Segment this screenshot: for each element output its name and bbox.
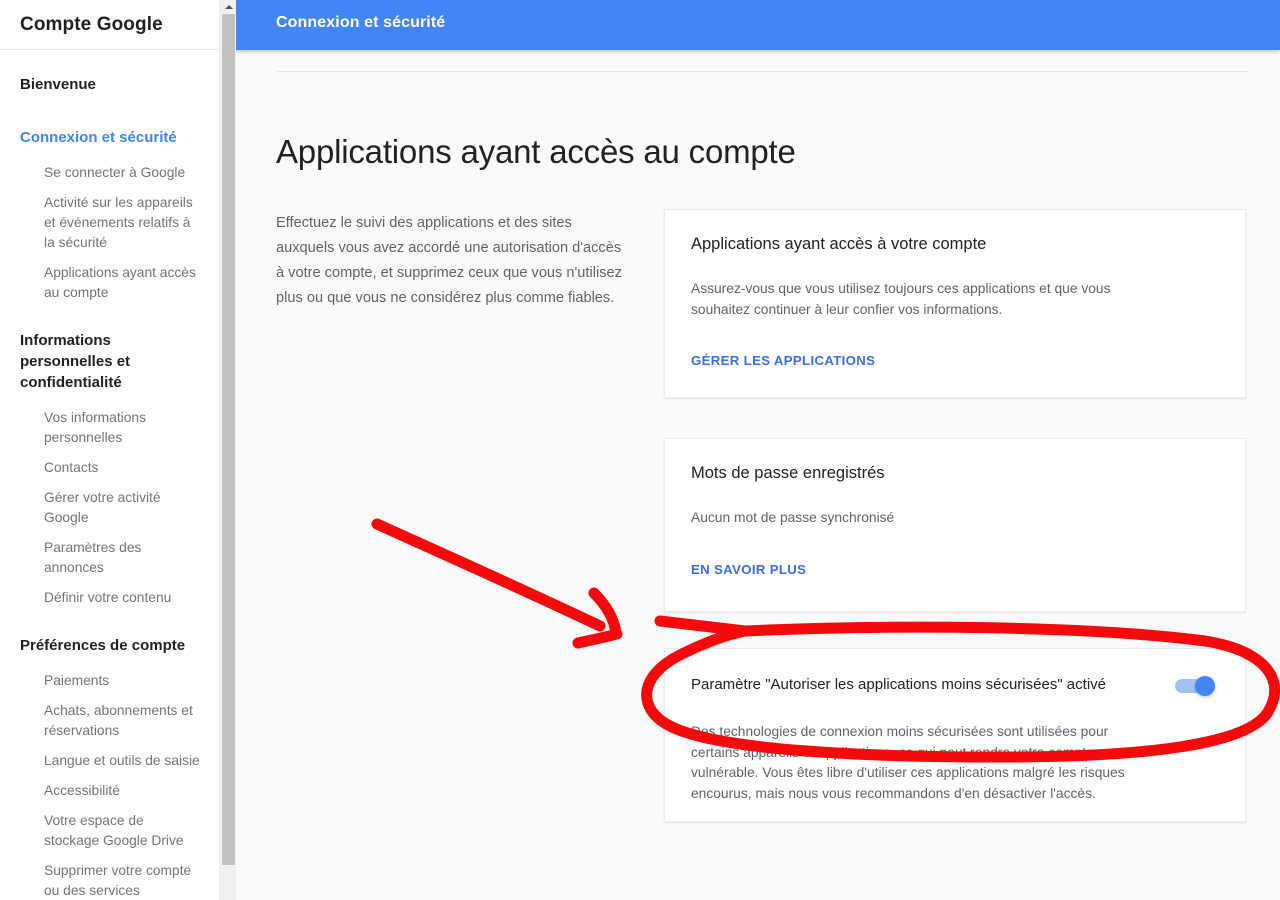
chevron-up-icon bbox=[224, 4, 233, 9]
sidebar-header: Compte Google bbox=[0, 0, 219, 50]
app-root: Compte Google Bienvenue Connexion et sécu… bbox=[0, 0, 1280, 900]
manage-applications-link[interactable]: GÉRER LES APPLICATIONS bbox=[691, 353, 875, 368]
card-title: Mots de passe enregistrés bbox=[691, 464, 885, 482]
sidebar-section-11[interactable]: Préférences de compte bbox=[0, 625, 219, 666]
main-content: Connexion et sécurité Applications ayant… bbox=[236, 0, 1280, 900]
nav-gap bbox=[0, 105, 219, 117]
sidebar-item-3[interactable]: Activité sur les appareils et événements… bbox=[0, 188, 219, 258]
card-title: Applications ayant accès à votre compte bbox=[691, 235, 987, 253]
sidebar-scrollbar[interactable] bbox=[219, 0, 237, 900]
sidebar-item-15[interactable]: Accessibilité bbox=[0, 776, 219, 806]
sidebar-item-9[interactable]: Paramètres des annonces bbox=[0, 533, 219, 583]
less-secure-apps-label: Paramètre "Autoriser les applications mo… bbox=[691, 676, 1106, 693]
nav-gap bbox=[0, 308, 219, 320]
sidebar-brand-title: Compte Google bbox=[20, 13, 163, 35]
page-header-bar: Connexion et sécurité bbox=[236, 0, 1280, 50]
sidebar-item-4[interactable]: Applications ayant accès au compte bbox=[0, 258, 219, 308]
card-body: Aucun mot de passe synchronisé bbox=[691, 510, 895, 525]
sidebar-item-7[interactable]: Contacts bbox=[0, 453, 219, 483]
scroll-up-button[interactable] bbox=[220, 0, 237, 13]
sidebar-item-14[interactable]: Langue et outils de saisie bbox=[0, 746, 219, 776]
page-intro-text: Effectuez le suivi des applications et d… bbox=[276, 215, 622, 306]
sidebar-item-8[interactable]: Gérer votre activité Google bbox=[0, 483, 219, 533]
learn-more-link[interactable]: EN SAVOIR PLUS bbox=[691, 562, 806, 577]
header-divider bbox=[277, 71, 1247, 72]
sidebar-item-13[interactable]: Achats, abonnements et réservations bbox=[0, 696, 219, 746]
sidebar-item-10[interactable]: Définir votre contenu bbox=[0, 583, 219, 613]
card-saved-passwords: Mots de passe enregistrés Aucun mot de p… bbox=[664, 438, 1246, 612]
sidebar-item-6[interactable]: Vos informations personnelles bbox=[0, 403, 219, 453]
toggle-thumb bbox=[1195, 676, 1215, 696]
sidebar: Compte Google Bienvenue Connexion et sécu… bbox=[0, 0, 219, 900]
page-title: Applications ayant accès au compte bbox=[276, 133, 796, 170]
sidebar-section-1[interactable]: Connexion et sécurité bbox=[0, 117, 219, 158]
sidebar-item-17[interactable]: Supprimer votre compte ou des services bbox=[0, 856, 219, 900]
card-less-secure-apps: Paramètre "Autoriser les applications mo… bbox=[664, 648, 1246, 822]
scrollbar-thumb[interactable] bbox=[222, 14, 235, 865]
sidebar-item-16[interactable]: Votre espace de stockage Google Drive bbox=[0, 806, 219, 856]
sidebar-item-12[interactable]: Paiements bbox=[0, 666, 219, 696]
card-body: Assurez-vous que vous utilisez toujours … bbox=[691, 281, 1111, 317]
sidebar-item-2[interactable]: Se connecter à Google bbox=[0, 158, 219, 188]
sidebar-nav: Bienvenue Connexion et sécurité Se connect… bbox=[0, 50, 219, 900]
card-apps-with-access: Applications ayant accès à votre compte … bbox=[664, 209, 1246, 398]
less-secure-apps-toggle[interactable] bbox=[1175, 676, 1221, 696]
nav-gap bbox=[0, 613, 219, 625]
sidebar-section-0[interactable]: Bienvenue bbox=[0, 64, 219, 105]
page-header-title: Connexion et sécurité bbox=[276, 14, 446, 31]
sidebar-section-5[interactable]: Informations personnelles et confidentia… bbox=[0, 320, 219, 403]
card-body: Des technologies de connexion moins sécu… bbox=[691, 724, 1125, 801]
